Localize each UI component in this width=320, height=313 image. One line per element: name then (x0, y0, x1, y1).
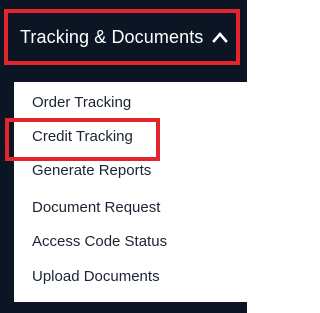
tracking-documents-menu-toggle[interactable]: Tracking & Documents (4, 9, 240, 65)
menu-item-upload-documents[interactable]: Upload Documents (32, 268, 160, 285)
menu-item-access-code-status[interactable]: Access Code Status (32, 233, 167, 250)
menu-header-label: Tracking & Documents (20, 26, 204, 47)
navigation-panel: Tracking & Documents Order Tracking Cred… (0, 0, 247, 313)
chevron-up-icon (212, 32, 229, 43)
screenshot-frame: Tracking & Documents Order Tracking Cred… (0, 0, 247, 313)
menu-item-order-tracking[interactable]: Order Tracking (32, 94, 131, 111)
credit-tracking-highlight (5, 118, 160, 161)
menu-item-generate-reports[interactable]: Generate Reports (32, 162, 151, 179)
menu-item-document-request[interactable]: Document Request (32, 199, 160, 216)
tracking-documents-dropdown: Order Tracking Credit Tracking Generate … (14, 82, 247, 302)
